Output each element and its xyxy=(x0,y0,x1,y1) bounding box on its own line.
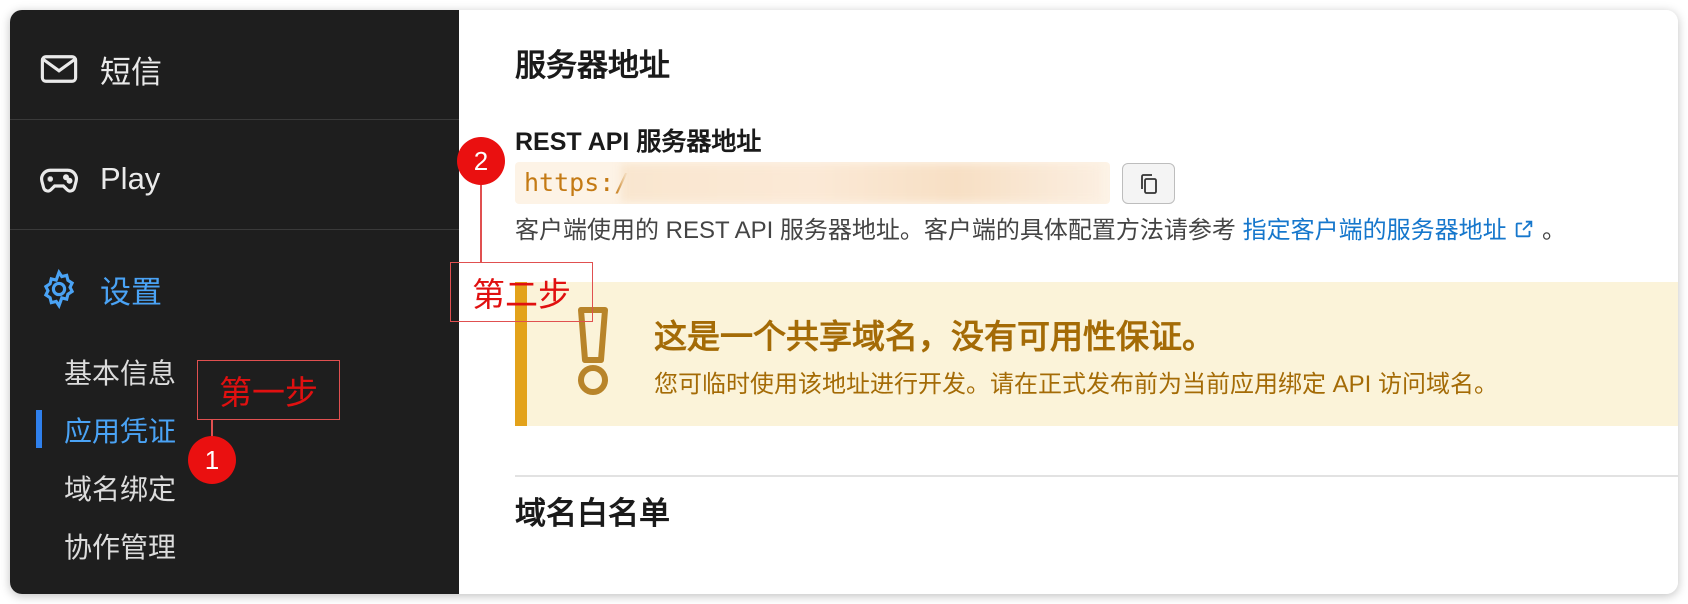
sidebar-item-sms[interactable]: 短信 xyxy=(10,10,459,128)
rest-api-label: REST API 服务器地址 xyxy=(515,128,762,156)
sidebar-subitem-collaboration[interactable]: 协作管理 xyxy=(64,526,176,566)
client-server-link[interactable]: 指定客户端的服务器地址 xyxy=(1243,217,1536,244)
server-description: 客户端使用的 REST API 服务器地址。客户端的具体配置方法请参考 指定客户… xyxy=(515,210,1566,245)
section-title-domain-whitelist: 域名白名单 xyxy=(515,496,670,531)
sidebar-subitem-basic-info[interactable]: 基本信息 xyxy=(64,352,176,392)
redacted-url xyxy=(621,164,1101,202)
sidebar-item-label: 设置 xyxy=(100,274,162,310)
link-text: 指定客户端的服务器地址 xyxy=(1242,217,1507,244)
app-window: 短信 Play 设置 基本信息 应用凭证 域名绑定 协作管理 服务器地址 RES… xyxy=(10,10,1678,594)
sidebar: 短信 Play 设置 基本信息 应用凭证 域名绑定 协作管理 xyxy=(10,10,459,594)
sidebar-item-label: 短信 xyxy=(100,54,162,90)
description-end: 。 xyxy=(1541,217,1566,244)
annotation-step2-number: 2 xyxy=(457,137,505,185)
server-url-field[interactable]: https:/ xyxy=(515,162,1110,204)
mail-icon xyxy=(40,55,78,83)
sidebar-item-label: Play xyxy=(100,161,161,196)
gamepad-icon xyxy=(40,168,78,193)
annotation-step2-line xyxy=(480,185,482,263)
warning-banner: 这是一个共享域名，没有可用性保证。 您可临时使用该地址进行开发。请在正式发布前为… xyxy=(515,282,1678,426)
warning-body: 您可临时使用该地址进行开发。请在正式发布前为当前应用绑定 API 访问域名。 xyxy=(654,371,1499,398)
copy-button[interactable] xyxy=(1122,163,1175,204)
server-url-prefix: https:/ xyxy=(524,168,630,197)
gear-icon xyxy=(43,268,75,310)
annotation-step1-number: 1 xyxy=(188,436,236,484)
warning-title: 这是一个共享域名，没有可用性保证。 xyxy=(654,318,1215,355)
sidebar-subitem-domain-binding[interactable]: 域名绑定 xyxy=(64,468,176,508)
sidebar-item-play[interactable]: Play xyxy=(10,120,459,238)
annotation-step2-label: 第二步 xyxy=(450,262,593,322)
copy-icon xyxy=(1140,173,1157,194)
main-content: 服务器地址 REST API 服务器地址 https:/ 客户端使用的 REST… xyxy=(459,10,1678,594)
sidebar-subitem-app-keys[interactable]: 应用凭证 xyxy=(64,410,176,450)
active-indicator xyxy=(36,410,42,448)
annotation-step1-label: 第一步 xyxy=(197,360,340,420)
external-link-icon xyxy=(1516,220,1533,238)
sidebar-item-settings[interactable]: 设置 xyxy=(10,230,459,348)
section-divider xyxy=(515,475,1678,477)
section-title-server-address: 服务器地址 xyxy=(515,48,670,83)
description-text: 客户端使用的 REST API 服务器地址。客户端的具体配置方法请参考 xyxy=(515,217,1236,244)
